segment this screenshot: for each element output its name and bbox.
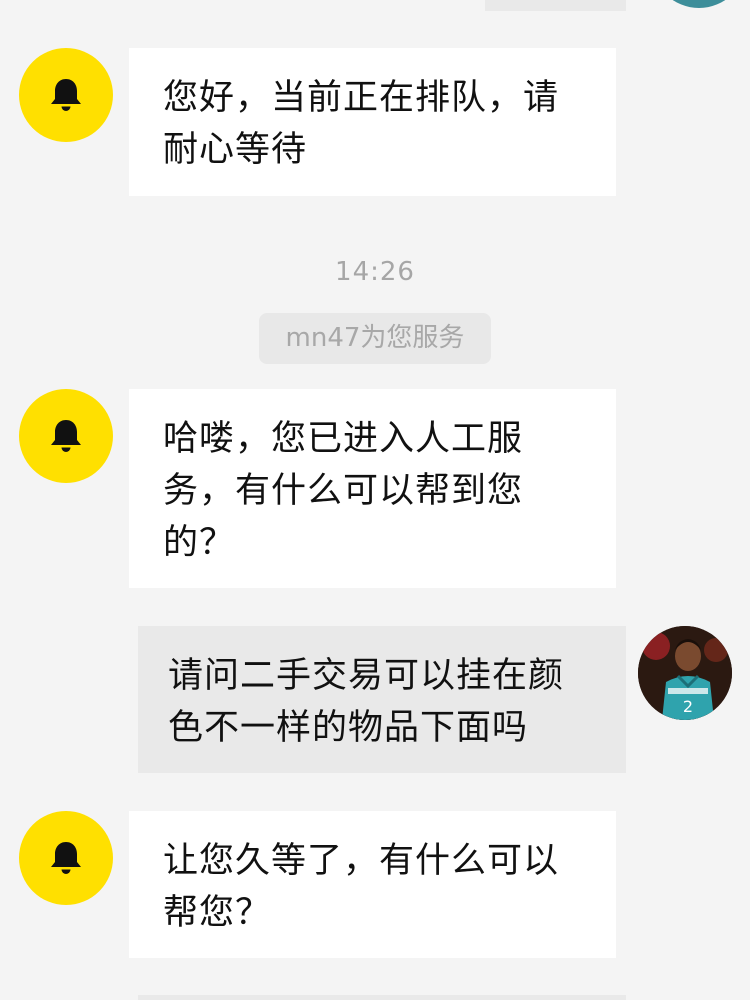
previous-user-bubble-partial xyxy=(485,0,626,11)
user-photo: 2 xyxy=(638,626,732,720)
message-text: 您好，当前正在排队，请耐心等待 xyxy=(163,78,560,170)
previous-user-avatar-partial[interactable] xyxy=(652,0,746,8)
message-bubble-agent[interactable]: 让您久等了，有什么可以帮您？ xyxy=(129,811,616,958)
message-text: 哈喽，您已进入人工服务，有什么可以帮到您的？ xyxy=(163,419,524,563)
bell-icon xyxy=(51,420,81,452)
user-avatar[interactable]: 2 xyxy=(638,626,732,720)
message-bubble-agent[interactable]: 哈喽，您已进入人工服务，有什么可以帮到您的？ xyxy=(129,389,616,588)
agent-avatar[interactable] xyxy=(19,48,113,142)
next-user-bubble-partial xyxy=(138,995,626,1000)
svg-text:2: 2 xyxy=(683,697,693,716)
timestamp: 14:26 xyxy=(335,257,415,287)
message-text: 让您久等了，有什么可以帮您？ xyxy=(163,841,560,933)
message-text: 请问二手交易可以挂在颜色不一样的物品下面吗 xyxy=(168,656,565,748)
bell-icon xyxy=(51,79,81,111)
message-bubble-agent[interactable]: 您好，当前正在排队，请耐心等待 xyxy=(129,48,616,196)
agent-avatar[interactable] xyxy=(19,811,113,905)
bell-icon xyxy=(51,842,81,874)
message-bubble-user[interactable]: 请问二手交易可以挂在颜色不一样的物品下面吗 xyxy=(138,626,626,773)
agent-avatar[interactable] xyxy=(19,389,113,483)
system-notice: mn47为您服务 xyxy=(259,313,491,364)
